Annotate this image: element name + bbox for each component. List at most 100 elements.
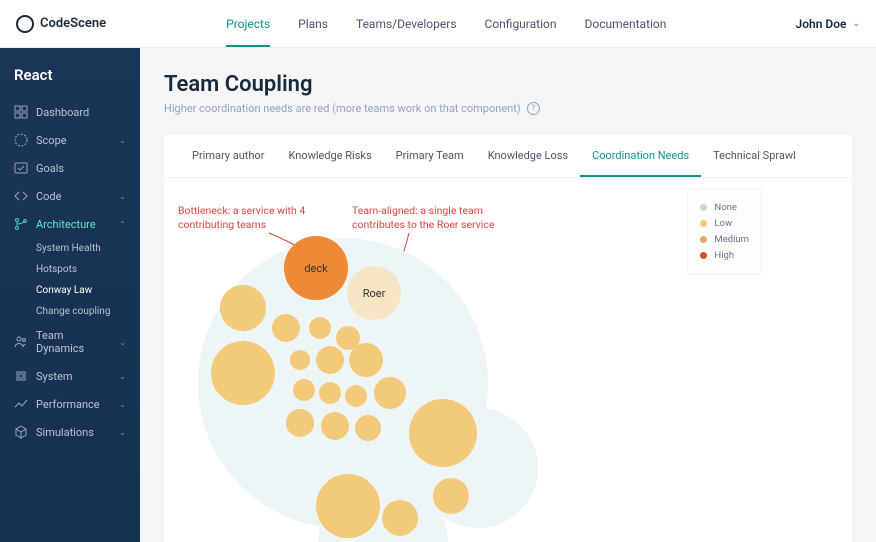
legend-row: None: [700, 202, 749, 213]
service-bubble[interactable]: Roer: [347, 266, 401, 320]
service-bubble[interactable]: [309, 317, 331, 339]
service-bubble[interactable]: [409, 399, 477, 467]
topnav-item[interactable]: Teams/Developers: [356, 1, 457, 47]
sidebar-item-label: Team Dynamics: [36, 329, 111, 355]
brand-logo[interactable]: CodeScene: [16, 15, 106, 33]
tab[interactable]: Knowledge Loss: [476, 135, 580, 177]
sidebar-item-label: Performance: [36, 398, 100, 411]
page-title: Team Coupling: [164, 72, 852, 97]
topnav-item[interactable]: Documentation: [584, 1, 666, 47]
topnav-item[interactable]: Configuration: [485, 1, 557, 47]
help-icon[interactable]: ?: [527, 102, 540, 115]
sidebar-item[interactable]: Code ⌄: [0, 182, 140, 210]
chart-area: None Low Medium High Bottleneck: a service …: [164, 178, 852, 542]
box-icon: [14, 425, 28, 439]
dashboard-icon: [14, 105, 28, 119]
legend-label: None: [714, 202, 736, 213]
chevron-down-icon: ⌄: [119, 428, 126, 437]
topbar: CodeScene Projects Plans Teams/Developers C…: [0, 0, 876, 48]
sidebar-item-label: Goals: [36, 162, 64, 175]
sidebar-item[interactable]: Simulations ⌄: [0, 418, 140, 446]
branch-icon: [14, 217, 28, 231]
tabs: Primary authorKnowledge RisksPrimary Tea…: [164, 135, 852, 178]
service-bubble[interactable]: [321, 412, 349, 440]
swatch-icon: [700, 252, 707, 259]
sidebar-item[interactable]: Dashboard: [0, 98, 140, 126]
sidebar-item[interactable]: Performance ⌄: [0, 390, 140, 418]
service-bubble[interactable]: deck: [284, 236, 348, 300]
sidebar-item-label: Scope: [36, 134, 67, 147]
sidebar-subitem[interactable]: System Health: [36, 238, 140, 259]
sidebar-item-label: Dashboard: [36, 106, 89, 119]
legend-label: High: [714, 250, 734, 261]
service-bubble[interactable]: [382, 500, 418, 536]
target-icon: [14, 133, 28, 147]
service-bubble[interactable]: [211, 341, 275, 405]
user-menu[interactable]: John Doe ⌄: [796, 17, 860, 31]
legend-label: Medium: [714, 234, 749, 245]
service-bubble[interactable]: [355, 415, 381, 441]
service-bubble[interactable]: [272, 314, 300, 342]
tab[interactable]: Primary Team: [384, 135, 476, 177]
sidebar-subitem[interactable]: Change coupling: [36, 301, 140, 322]
sidebar-item-label: Simulations: [36, 426, 94, 439]
swatch-icon: [700, 204, 707, 211]
panel: Primary authorKnowledge RisksPrimary Tea…: [164, 135, 852, 542]
check-icon: [14, 161, 28, 175]
cpu-icon: [14, 369, 28, 383]
sidebar-subitem[interactable]: Hotspots: [36, 259, 140, 280]
legend-row: Medium: [700, 234, 749, 245]
service-bubble[interactable]: [290, 350, 310, 370]
subtitle-text: Higher coordination needs are red (more …: [164, 102, 521, 115]
callout-bottleneck: Bottleneck: a service with 4 contributin…: [178, 204, 328, 231]
main-content: Team Coupling Higher coordination needs …: [140, 48, 876, 542]
service-bubble[interactable]: [220, 285, 266, 331]
page-subtitle: Higher coordination needs are red (more …: [164, 102, 852, 115]
people-icon: [14, 335, 28, 349]
tab[interactable]: Primary author: [180, 135, 276, 177]
sidebar-item[interactable]: Architecture ⌃: [0, 210, 140, 238]
service-bubble[interactable]: [349, 343, 383, 377]
sidebar-item-label: Code: [36, 190, 61, 203]
project-name: React: [0, 66, 140, 98]
service-bubble[interactable]: [316, 346, 344, 374]
legend: None Low Medium High: [687, 188, 762, 275]
chevron-down-icon: ⌄: [119, 338, 126, 347]
legend-label: Low: [714, 218, 732, 229]
sidebar-item-label: System: [36, 370, 73, 383]
legend-row: High: [700, 250, 749, 261]
chevron-down-icon: ⌄: [119, 372, 126, 381]
service-bubble[interactable]: [433, 478, 469, 514]
service-bubble[interactable]: [293, 379, 315, 401]
topnav-item[interactable]: Projects: [226, 1, 270, 47]
logo-icon: [16, 15, 34, 33]
legend-row: Low: [700, 218, 749, 229]
tab[interactable]: Coordination Needs: [580, 135, 701, 177]
bubble-chart[interactable]: deckRoer: [198, 238, 508, 542]
sidebar-item[interactable]: Scope ⌄: [0, 126, 140, 154]
service-bubble[interactable]: [319, 382, 341, 404]
top-nav: Projects Plans Teams/Developers Configurati…: [226, 1, 666, 47]
chevron-down-icon: ⌄: [119, 400, 126, 409]
chevron-up-icon: ⌃: [119, 220, 126, 229]
code-icon: [14, 189, 28, 203]
brand-name: CodeScene: [40, 16, 106, 31]
tab[interactable]: Knowledge Risks: [276, 135, 383, 177]
service-bubble[interactable]: [345, 385, 367, 407]
service-bubble[interactable]: [286, 409, 314, 437]
service-bubble[interactable]: [374, 377, 406, 409]
topnav-item[interactable]: Plans: [298, 1, 328, 47]
tab[interactable]: Technical Sprawl: [701, 135, 808, 177]
sidebar-subitem[interactable]: Conway Law: [36, 280, 140, 301]
sidebar-item[interactable]: System ⌄: [0, 362, 140, 390]
sidebar-item[interactable]: Team Dynamics ⌄: [0, 322, 140, 362]
trend-icon: [14, 397, 28, 411]
sidebar: React Dashboard Scope ⌄ Goals Code ⌄ Architect…: [0, 48, 140, 542]
service-bubble[interactable]: [316, 474, 380, 538]
callout-teamaligned: Team-aligned: a single team contributes …: [352, 204, 512, 231]
sidebar-item-label: Architecture: [36, 218, 96, 231]
chevron-down-icon: ⌄: [119, 136, 126, 145]
chevron-down-icon: ⌄: [119, 192, 126, 201]
sidebar-item[interactable]: Goals: [0, 154, 140, 182]
user-name: John Doe: [796, 17, 847, 31]
